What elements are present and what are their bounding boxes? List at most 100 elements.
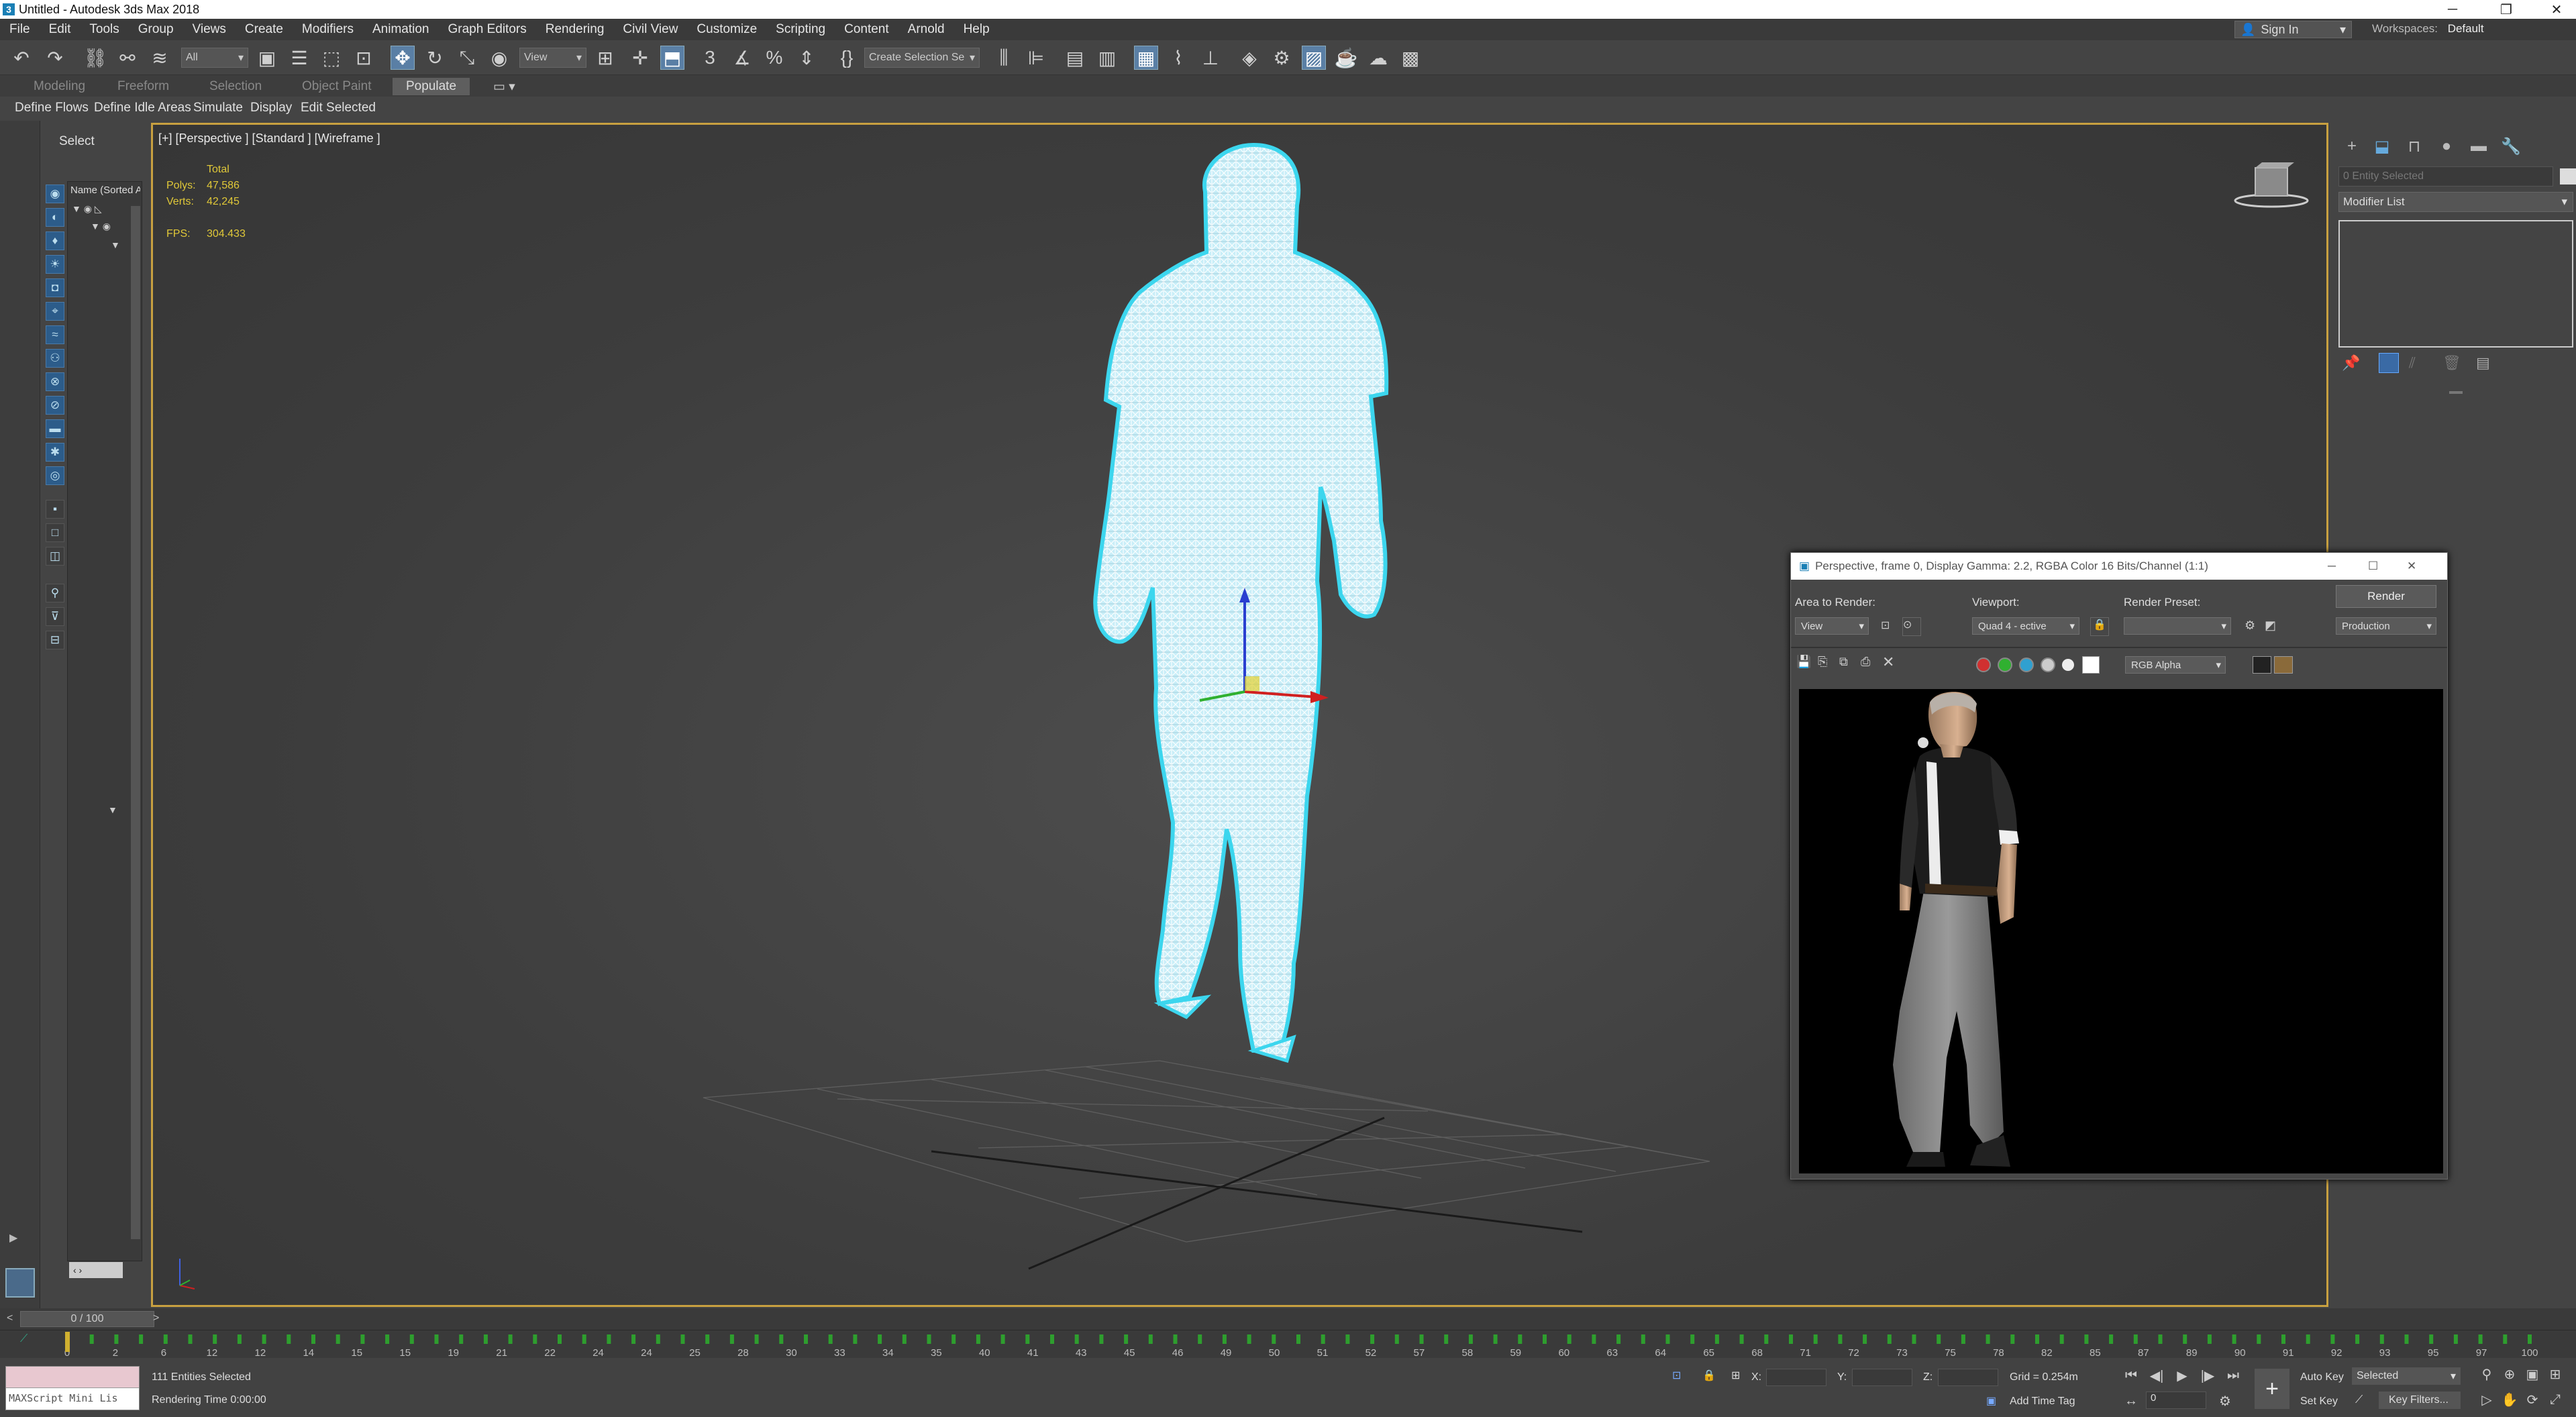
workspaces-selector[interactable]: Workspaces: Default (2372, 22, 2484, 36)
copy-image-icon[interactable]: ⎘ (1818, 655, 1827, 669)
bind-space-warp-icon[interactable]: ≋ (148, 46, 172, 70)
tree-child-item-icon[interactable]: ▼ (111, 240, 120, 250)
show-end-result-icon[interactable] (2379, 353, 2399, 373)
expand-arrow-icon[interactable]: ▶ (9, 1231, 27, 1249)
sign-in-dropdown[interactable]: 👤 Sign In ▾ (2234, 21, 2352, 38)
maxscript-input-top[interactable] (6, 1367, 139, 1388)
display-frozen-icon[interactable]: ✱ (46, 443, 64, 462)
track-bar[interactable]: ⟋ 0 2 6 12 12 14 15 15 19 21 22 24 24 25 28 30 33 34 35 40 4… (0, 1330, 2576, 1359)
render-window-title-bar[interactable]: ▣ Perspective, frame 0, Display Gamma: 2… (1791, 553, 2447, 580)
z-coord-field[interactable] (1938, 1369, 1998, 1386)
unlink-icon[interactable]: ⚯ (115, 46, 140, 70)
current-frame-marker[interactable] (65, 1332, 70, 1352)
render-maximize-button[interactable]: ☐ (2368, 560, 2378, 573)
filter-icon[interactable]: ⊽ (46, 607, 64, 626)
display-geometry-icon[interactable]: ◐ (46, 208, 64, 227)
pan-view-icon[interactable]: ✋ (2499, 1389, 2520, 1410)
menu-views[interactable]: Views (183, 22, 236, 37)
current-frame-field[interactable]: 0 (2146, 1392, 2206, 1409)
zoom-extents-all-icon[interactable]: ⊞ (2544, 1363, 2566, 1385)
select-and-rotate-icon[interactable]: ↻ (423, 46, 447, 70)
swatch-icon[interactable] (2082, 656, 2100, 674)
blue-channel-icon[interactable] (2019, 658, 2034, 672)
display-none-icon[interactable]: ◉ (46, 185, 64, 203)
select-and-scale-icon[interactable]: ⤡ (455, 46, 479, 70)
menu-modifiers[interactable]: Modifiers (293, 22, 363, 37)
curve-editor-icon[interactable]: ⌇ (1166, 46, 1190, 70)
ribbon-options-icon[interactable]: ▭ ▾ (493, 79, 515, 95)
angle-snap-icon[interactable]: ∡ (730, 46, 754, 70)
menu-graph-editors[interactable]: Graph Editors (439, 22, 536, 37)
time-tag-icon[interactable]: ▣ (1986, 1394, 1996, 1408)
select-and-move-icon[interactable]: ✥ (391, 46, 415, 70)
find-icon[interactable]: ⚲ (46, 584, 64, 602)
keyboard-shortcut-override-icon[interactable]: ⬒ (660, 46, 684, 70)
modify-tab-icon[interactable]: ⬓ (2369, 133, 2395, 160)
scene-explorer-tree[interactable]: Name (Sorted A ▼ ◉ ◺ ▼ ◉ ▼ ▼ ‹ › (67, 181, 142, 1278)
goto-end-icon[interactable]: ⏭ (2222, 1365, 2244, 1386)
display-bones-icon[interactable]: ⊘ (46, 396, 64, 415)
layer-icon[interactable]: ⊟ (46, 631, 64, 649)
menu-group[interactable]: Group (129, 22, 183, 37)
menu-arnold[interactable]: Arnold (898, 22, 954, 37)
display-all-icon[interactable]: ▪ (46, 500, 64, 519)
monochrome-icon[interactable] (2062, 659, 2074, 671)
rectangular-selection-icon[interactable]: ⬚ (319, 46, 344, 70)
display-lights-icon[interactable]: ☀ (46, 255, 64, 274)
gizmo-plane-handle[interactable] (1245, 676, 1259, 691)
next-key-icon[interactable]: |▶ (2197, 1365, 2218, 1386)
clear-image-icon[interactable]: ✕ (1882, 653, 1894, 671)
red-channel-icon[interactable] (1976, 658, 1991, 672)
green-channel-icon[interactable] (1998, 658, 2012, 672)
edit-selected-button[interactable]: Edit Selected (301, 101, 376, 115)
zoom-extents-icon[interactable]: ▣ (2522, 1363, 2543, 1385)
auto-region-icon[interactable]: ⊙ (1902, 617, 1921, 636)
minimize-button[interactable]: ─ (2432, 0, 2473, 19)
viewcube-icon[interactable] (2234, 162, 2309, 208)
menu-animation[interactable]: Animation (363, 22, 439, 37)
restore-button[interactable]: ❐ (2486, 0, 2526, 19)
goto-start-icon[interactable]: ⏮ (2120, 1365, 2142, 1386)
menu-tools[interactable]: Tools (80, 22, 128, 37)
render-button[interactable]: Render (2336, 585, 2436, 608)
menu-content[interactable]: Content (835, 22, 898, 37)
percent-snap-icon[interactable]: % (762, 46, 786, 70)
previous-key-icon[interactable]: ◀| (2146, 1365, 2167, 1386)
toggle-ribbon-icon[interactable]: ▦ (1134, 46, 1158, 70)
display-helpers-icon[interactable]: ⌖ (46, 302, 64, 321)
menu-help[interactable]: Help (954, 22, 999, 37)
maximize-viewport-icon[interactable]: ⤢ (2544, 1389, 2566, 1410)
make-unique-icon[interactable]: ⫽ (2409, 354, 2416, 372)
tree-expand-icon[interactable]: ▼ ◉ ◺ (72, 203, 102, 215)
tab-modeling[interactable]: Modeling (34, 79, 85, 94)
mirror-icon[interactable]: ⫼ (992, 46, 1016, 70)
snaps-toggle-icon[interactable]: 3 (698, 46, 722, 70)
panel-resize-handle[interactable] (2449, 391, 2463, 394)
layer-explorer-icon[interactable]: ▥ (1095, 46, 1119, 70)
maxscript-listener[interactable]: MAXScript Mini Lis (5, 1366, 140, 1410)
tab-selection[interactable]: Selection (209, 79, 262, 94)
name-column-header[interactable]: Name (Sorted A (70, 185, 140, 196)
orbit-icon[interactable]: ⟳ (2522, 1389, 2543, 1410)
render-in-cloud-icon[interactable]: ☁ (1366, 46, 1390, 70)
simulate-button[interactable]: Simulate (193, 101, 243, 115)
define-flows-button[interactable]: Define Flows (15, 101, 89, 115)
schematic-view-icon[interactable]: ⊥ (1198, 46, 1223, 70)
menu-customize[interactable]: Customize (687, 22, 766, 37)
configure-modifier-sets-icon[interactable]: ▤ (2476, 354, 2490, 372)
display-shapes-icon[interactable]: ♦ (46, 231, 64, 250)
a360-gallery-icon[interactable]: ▩ (1398, 46, 1423, 70)
select-by-name-icon[interactable]: ☰ (287, 46, 311, 70)
add-time-tag[interactable]: Add Time Tag (2010, 1396, 2075, 1408)
default-in-out-tangent-icon[interactable]: ⟋ (2355, 1394, 2363, 1406)
define-idle-areas-button[interactable]: Define Idle Areas (94, 101, 191, 115)
maxscript-input[interactable]: MAXScript Mini Lis (6, 1388, 139, 1410)
production-dropdown[interactable]: Production ▾ (2336, 617, 2436, 635)
clone-window-icon[interactable]: ⧉ (1839, 655, 1848, 669)
rendered-frame-window-icon[interactable]: ▨ (1302, 46, 1326, 70)
select-manipulate-icon[interactable]: ✛ (628, 46, 652, 70)
time-slider-bar[interactable]: < 0 / 100 > (0, 1308, 2576, 1330)
alpha-channel-icon[interactable] (2041, 658, 2055, 672)
selection-lock-icon[interactable]: 🔒 (1702, 1369, 1716, 1382)
scene-explorer-select-menu[interactable]: Select (59, 134, 95, 149)
